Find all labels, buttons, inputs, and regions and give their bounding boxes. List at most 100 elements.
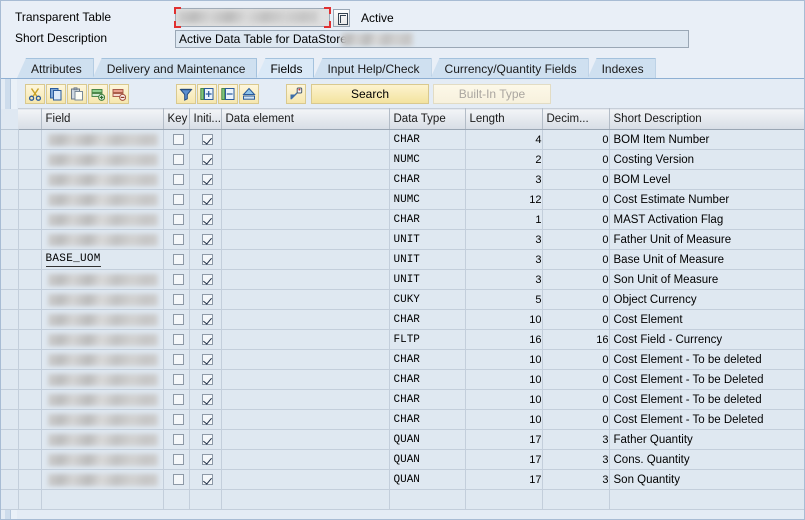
cell-data-type[interactable]: QUAN bbox=[389, 449, 466, 470]
cell-length[interactable]: 3 bbox=[465, 249, 543, 270]
cell-length[interactable]: 12 bbox=[465, 189, 543, 210]
cell-key[interactable] bbox=[163, 369, 190, 390]
cell-length[interactable]: 2 bbox=[465, 149, 543, 170]
cell-length[interactable] bbox=[465, 489, 543, 510]
cell-key[interactable] bbox=[163, 169, 190, 190]
init-checkbox[interactable] bbox=[201, 294, 213, 306]
cell-length[interactable]: 5 bbox=[465, 289, 543, 310]
cell-field[interactable] bbox=[41, 229, 164, 250]
row-selector[interactable] bbox=[17, 409, 42, 430]
cell-data-element[interactable] bbox=[221, 289, 390, 310]
value-help-icon[interactable] bbox=[333, 8, 350, 27]
table-row[interactable]: CHAR 10 0 Cost Element - To be deleted bbox=[1, 349, 804, 370]
cell-key[interactable] bbox=[163, 189, 190, 210]
cell-short-description[interactable]: Son Unit of Measure bbox=[609, 269, 804, 290]
insert-row-icon[interactable] bbox=[88, 83, 108, 104]
cell-short-description[interactable]: BOM Level bbox=[609, 169, 804, 190]
cell-short-description[interactable]: Cost Element - To be deleted bbox=[609, 389, 804, 410]
cell-field[interactable] bbox=[41, 309, 164, 330]
key-checkbox[interactable] bbox=[172, 354, 184, 366]
cell-decimals[interactable]: 0 bbox=[542, 389, 610, 410]
cell-data-type[interactable]: UNIT bbox=[389, 249, 466, 270]
table-row[interactable]: QUAN 17 3 Son Quantity bbox=[1, 469, 804, 490]
cell-key[interactable] bbox=[163, 309, 190, 330]
paste-icon[interactable] bbox=[67, 83, 87, 104]
cell-data-element[interactable] bbox=[221, 449, 390, 470]
init-checkbox[interactable] bbox=[201, 154, 213, 166]
cell-data-type[interactable]: CHAR bbox=[389, 169, 466, 190]
row-selector[interactable] bbox=[17, 169, 42, 190]
table-row[interactable]: CUKY 5 0 Object Currency bbox=[1, 289, 804, 310]
cell-field[interactable] bbox=[41, 269, 164, 290]
init-checkbox[interactable] bbox=[201, 454, 213, 466]
cell-key[interactable] bbox=[163, 229, 190, 250]
table-row[interactable]: FLTP 16 16 Cost Field - Currency bbox=[1, 329, 804, 350]
table-row[interactable]: CHAR 4 0 BOM Item Number bbox=[1, 129, 804, 150]
column-header-data-type[interactable]: Data Type bbox=[389, 108, 466, 130]
cell-data-element[interactable] bbox=[221, 329, 390, 350]
cell-decimals[interactable]: 0 bbox=[542, 289, 610, 310]
init-checkbox[interactable] bbox=[201, 414, 213, 426]
cell-data-element[interactable] bbox=[221, 309, 390, 330]
init-checkbox[interactable] bbox=[201, 314, 213, 326]
row-selector[interactable] bbox=[17, 229, 42, 250]
fields-grid-wrap[interactable]: Field Key Initi... Data element Data Typ… bbox=[1, 108, 804, 519]
cell-field[interactable] bbox=[41, 289, 164, 310]
init-checkbox[interactable] bbox=[201, 134, 213, 146]
cell-data-type[interactable] bbox=[389, 489, 466, 510]
cell-data-element[interactable] bbox=[221, 349, 390, 370]
cell-decimals[interactable]: 0 bbox=[542, 369, 610, 390]
predefined-type-icon[interactable] bbox=[286, 83, 306, 104]
key-checkbox[interactable] bbox=[172, 374, 184, 386]
key-checkbox[interactable] bbox=[172, 194, 184, 206]
delete-row-icon[interactable] bbox=[109, 83, 129, 104]
cell-field[interactable] bbox=[41, 169, 164, 190]
cell-length[interactable]: 10 bbox=[465, 309, 543, 330]
cell-decimals[interactable]: 3 bbox=[542, 449, 610, 470]
init-checkbox[interactable] bbox=[201, 474, 213, 486]
cell-data-type[interactable]: FLTP bbox=[389, 329, 466, 350]
key-checkbox[interactable] bbox=[172, 394, 184, 406]
column-header-init[interactable]: Initi... bbox=[189, 108, 222, 130]
table-row[interactable]: CHAR 10 0 Cost Element - To be deleted bbox=[1, 389, 804, 410]
cell-data-element[interactable] bbox=[221, 209, 390, 230]
cell-data-element[interactable] bbox=[221, 269, 390, 290]
cell-decimals[interactable]: 0 bbox=[542, 409, 610, 430]
table-row[interactable]: CHAR 1 0 MAST Activation Flag bbox=[1, 209, 804, 230]
cell-short-description[interactable]: Father Unit of Measure bbox=[609, 229, 804, 250]
cell-data-type[interactable]: CHAR bbox=[389, 369, 466, 390]
cell-data-type[interactable]: UNIT bbox=[389, 229, 466, 250]
table-row[interactable]: UNIT 3 0 Father Unit of Measure bbox=[1, 229, 804, 250]
expand-icon[interactable] bbox=[197, 83, 217, 104]
cell-key[interactable] bbox=[163, 129, 190, 150]
cell-field[interactable]: BASE_UOM bbox=[41, 249, 164, 270]
column-header-field[interactable]: Field bbox=[41, 108, 164, 130]
cell-short-description[interactable]: Costing Version bbox=[609, 149, 804, 170]
cell-init[interactable] bbox=[189, 409, 222, 430]
init-checkbox[interactable] bbox=[201, 194, 213, 206]
cell-short-description[interactable]: Father Quantity bbox=[609, 429, 804, 450]
cell-data-type[interactable]: UNIT bbox=[389, 269, 466, 290]
key-checkbox[interactable] bbox=[172, 274, 184, 286]
cell-decimals[interactable]: 0 bbox=[542, 149, 610, 170]
cell-field[interactable] bbox=[41, 389, 164, 410]
row-selector[interactable] bbox=[17, 389, 42, 410]
key-checkbox[interactable] bbox=[172, 254, 184, 266]
cell-length[interactable]: 16 bbox=[465, 329, 543, 350]
cell-field[interactable] bbox=[41, 489, 164, 510]
cell-field[interactable] bbox=[41, 349, 164, 370]
cell-length[interactable]: 3 bbox=[465, 229, 543, 250]
cell-decimals[interactable]: 0 bbox=[542, 129, 610, 150]
init-checkbox[interactable] bbox=[201, 234, 213, 246]
cell-short-description[interactable]: Cost Element - To be Deleted bbox=[609, 369, 804, 390]
cell-decimals[interactable]: 3 bbox=[542, 469, 610, 490]
cell-length[interactable]: 10 bbox=[465, 389, 543, 410]
row-selector[interactable] bbox=[17, 329, 42, 350]
column-header-data-element[interactable]: Data element bbox=[221, 108, 390, 130]
init-checkbox[interactable] bbox=[201, 254, 213, 266]
cell-length[interactable]: 10 bbox=[465, 409, 543, 430]
cell-data-type[interactable]: NUMC bbox=[389, 149, 466, 170]
cell-decimals[interactable]: 0 bbox=[542, 349, 610, 370]
cell-data-type[interactable]: CUKY bbox=[389, 289, 466, 310]
table-row[interactable]: CHAR 10 0 Cost Element bbox=[1, 309, 804, 330]
